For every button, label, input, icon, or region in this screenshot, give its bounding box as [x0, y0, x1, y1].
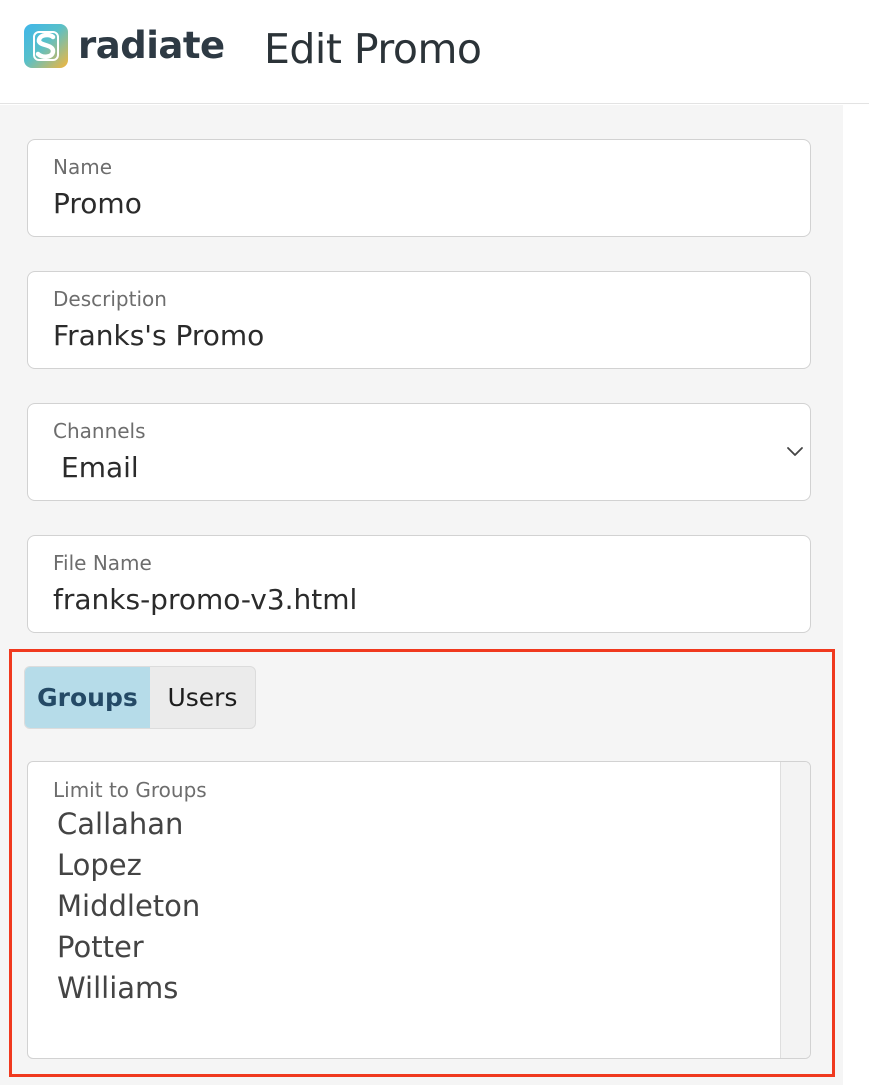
name-field-value[interactable]: Promo: [53, 186, 142, 222]
limit-to-groups-label: Limit to Groups: [53, 778, 207, 802]
brand-name[interactable]: radiate: [78, 22, 225, 70]
page-scroll-gutter: [843, 105, 869, 1085]
description-field[interactable]: Description Franks's Promo: [27, 271, 811, 369]
name-field-label: Name: [53, 155, 113, 179]
group-option-callahan[interactable]: Callahan: [57, 804, 200, 845]
tab-users[interactable]: Users: [150, 667, 255, 728]
chevron-down-icon[interactable]: [786, 444, 804, 458]
app-header: radiate Edit Promo: [0, 0, 869, 104]
channels-select-value[interactable]: Email: [61, 450, 139, 486]
groups-options: Callahan Lopez Middleton Potter Williams: [57, 804, 200, 1009]
channels-select-label: Channels: [53, 419, 146, 443]
group-option-middleton[interactable]: Middleton: [57, 886, 200, 927]
tab-groups[interactable]: Groups: [25, 667, 150, 728]
group-option-potter[interactable]: Potter: [57, 927, 200, 968]
group-option-lopez[interactable]: Lopez: [57, 845, 200, 886]
file-name-field-label: File Name: [53, 551, 152, 575]
limit-to-groups-listbox[interactable]: Limit to Groups Callahan Lopez Middleton…: [27, 761, 811, 1059]
s-logo-glyph: [33, 31, 59, 61]
group-option-williams[interactable]: Williams: [57, 968, 200, 1009]
s-logo-icon[interactable]: [24, 24, 68, 68]
description-field-value[interactable]: Franks's Promo: [53, 318, 264, 354]
file-name-field[interactable]: File Name franks-promo-v3.html: [27, 535, 811, 633]
channels-select[interactable]: Channels Email: [27, 403, 811, 501]
page-title: Edit Promo: [264, 25, 482, 73]
groups-users-tabs: Groups Users: [24, 666, 256, 729]
name-field[interactable]: Name Promo: [27, 139, 811, 237]
file-name-field-value[interactable]: franks-promo-v3.html: [53, 582, 357, 618]
listbox-scrollbar[interactable]: [780, 762, 810, 1058]
description-field-label: Description: [53, 287, 167, 311]
